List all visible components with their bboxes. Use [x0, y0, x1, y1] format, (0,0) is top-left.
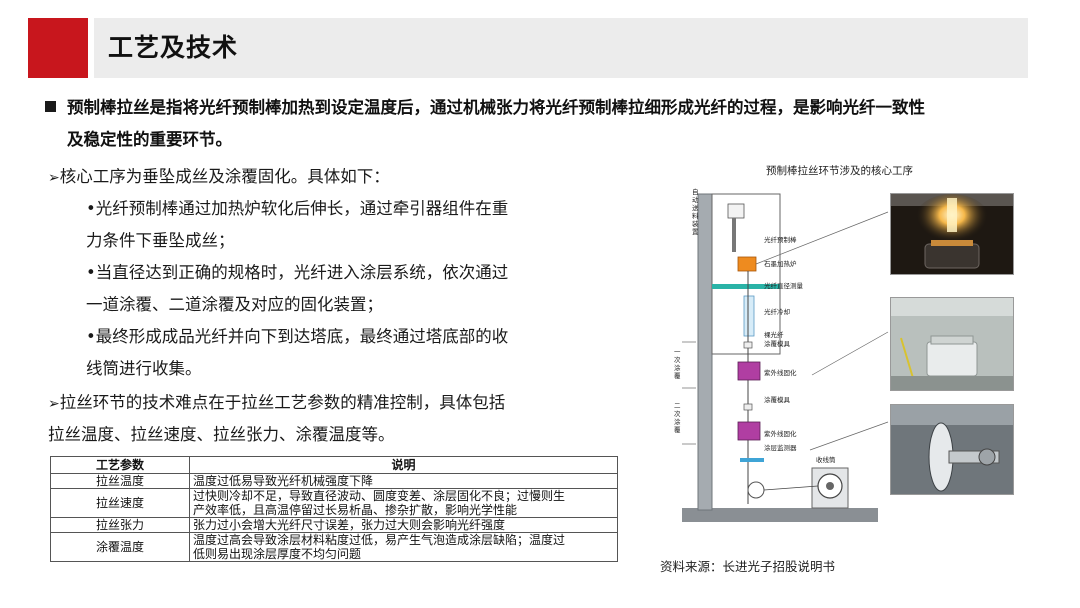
- difficulty-line-2: 拉丝温度、拉丝速度、拉丝张力、涂覆温度等。: [48, 425, 395, 444]
- callout-line-uv: [811, 331, 889, 376]
- side-label-auto-feed-3: 送: [692, 203, 699, 212]
- spool-hub: [826, 482, 834, 490]
- preform-rod: [732, 218, 736, 252]
- side-label-auto-feed-4: 料: [692, 211, 699, 220]
- callout-line-monitor: [809, 421, 889, 451]
- furnace-glow-image: [891, 194, 1013, 274]
- table-row: 拉丝温度 温度过低易导致光纤机械强度下降: [50, 473, 618, 489]
- coating-die-image: [891, 298, 1013, 390]
- side-label-coat2-1: 二: [674, 402, 681, 410]
- source-note: 资料来源：长进光子招股说明书: [660, 559, 836, 574]
- desc-line: 温度过高会导致涂层材料粘度过低，易产生气泡造成涂层缺陷；温度过: [193, 533, 566, 547]
- core-item-2-line-2: 一道涂覆、二道涂覆及对应的固化装置；: [86, 295, 383, 314]
- side-label-auto-feed-6: 置: [692, 228, 699, 236]
- label-furnace: 石墨加热炉: [764, 259, 797, 268]
- bullet-square-icon: [45, 101, 56, 112]
- table-cell-desc: 温度过高会导致涂层材料粘度过低，易产生气泡造成涂层缺陷；温度过 低则易出现涂层厚度…: [189, 532, 618, 562]
- desc-line: 低则易出现涂层厚度不均匀问题: [193, 547, 362, 561]
- label-spool: 收线筒: [816, 455, 836, 464]
- label-cooling: 光纤冷却: [764, 307, 790, 316]
- table-header-param: 工艺参数: [50, 456, 190, 474]
- arrow-bullet-icon: ➢: [48, 170, 60, 186]
- coating-monitor-bar: [740, 458, 764, 462]
- side-label-coat1-4: 覆: [674, 372, 681, 380]
- table-cell-param: 拉丝温度: [50, 473, 190, 489]
- table-row: 拉丝张力 张力过小会增大光纤尺寸误差，张力过大则会影响光纤强度: [50, 517, 618, 533]
- table-row: 涂覆温度 温度过高会导致涂层材料粘度过低，易产生气泡造成涂层缺陷；温度过 低则易出…: [50, 532, 618, 562]
- side-label-coat2-2: 次: [674, 409, 681, 418]
- core-item-3-line-2: 线筒进行收集。: [86, 359, 202, 378]
- table-cell-param: 拉丝速度: [50, 488, 190, 518]
- spool-photo: [890, 404, 1014, 495]
- uv-curing-2: [737, 421, 761, 441]
- intro-line-2: 及稳定性的重要环节。: [67, 130, 232, 149]
- core-heading: ➢核心工序为垂坠成丝及涂覆固化。具体如下：: [48, 167, 390, 186]
- table-cell-desc: 温度过低易导致光纤机械强度下降: [189, 473, 618, 489]
- core-item-1-line-1: •光纤预制棒通过加热炉软化后伸长，通过牵引器组件在重: [86, 199, 509, 218]
- difficulty-line-1: ➢拉丝环节的技术难点在于拉丝工艺参数的精准控制，具体包括: [48, 393, 506, 412]
- table-header-row: 工艺参数 说明: [50, 456, 618, 474]
- spool-image: [891, 405, 1013, 494]
- side-label-coat2-4: 覆: [674, 426, 681, 434]
- label-uv-curing-2: 紫外线固化: [764, 429, 797, 438]
- core-item-3-line-1: •最终形成成品光纤并向下到达塔底，最终通过塔底部的收: [86, 327, 509, 346]
- arrow-bullet-icon: ➢: [48, 396, 60, 412]
- table-row: 拉丝速度 过快则冷却不足，导致直径波动、圆度变差、涂层固化不良；过慢则生 产效率低…: [50, 488, 618, 518]
- label-coating-die-2: 涂覆模具: [764, 395, 791, 404]
- label-diameter: 光纤直径测量: [764, 281, 804, 290]
- label-preform: 光纤预制棒: [764, 235, 797, 244]
- label-bare-fiber: 裸光纤: [764, 330, 784, 339]
- core-item-1-line-2: 力条件下垂坠成丝；: [86, 231, 235, 250]
- side-label-auto-feed-5: 装: [692, 219, 699, 228]
- side-label-coat1-3: 涂: [674, 363, 681, 372]
- coating-die-photo: [890, 297, 1014, 391]
- desc-line: 产效率低，且高温停留过长易析晶、掺杂扩散，影响光学性能: [193, 503, 518, 517]
- label-coating-die-1: 涂覆模具: [764, 339, 791, 348]
- coating-die-2: [743, 403, 753, 411]
- tower-column: [697, 193, 713, 511]
- table-cell-desc: 过快则冷却不足，导致直径波动、圆度变差、涂层固化不良；过慢则生 产效率低，且高温停…: [189, 488, 618, 518]
- table-cell-desc: 张力过小会增大光纤尺寸误差，张力过大则会影响光纤强度: [189, 517, 618, 533]
- side-label-coat2-3: 涂: [674, 417, 681, 426]
- cooling-tube: [743, 295, 755, 337]
- label-uv-curing-1: 紫外线固化: [764, 368, 797, 377]
- side-label-auto-feed-2: 动: [692, 196, 699, 204]
- furnace-photo: [890, 193, 1014, 275]
- diagram-title: 预制棒拉丝环节涉及的核心工序: [766, 165, 913, 177]
- feeder-block: [727, 203, 745, 219]
- coating-die-1: [743, 341, 753, 349]
- furnace-block: [737, 256, 757, 272]
- table-cell-param: 涂覆温度: [50, 532, 190, 562]
- desc-line: 过快则冷却不足，导致直径波动、圆度变差、涂层固化不良；过慢则生: [193, 489, 566, 503]
- fiber-to-spool: [763, 485, 819, 491]
- core-item-2-line-1: •当直径达到正确的规格时，光纤进入涂层系统，依次通过: [86, 263, 509, 282]
- process-parameter-table: 工艺参数 说明 拉丝温度 温度过低易导致光纤机械强度下降 拉丝速度 过快则冷却不…: [50, 456, 618, 562]
- fiber-drawing-tower-diagram: 自 动 送 料 装 置 一 次 涂 覆 二 次 涂 覆 光纤预制棒 石墨加热炉 …: [674, 187, 889, 522]
- side-label-coat1-2: 次: [674, 355, 681, 364]
- table-header-desc: 说明: [189, 456, 618, 474]
- intro-line-1: 预制棒拉丝是指将光纤预制棒加热到设定温度后，通过机械张力将光纤预制棒拉细形成光纤…: [67, 98, 925, 117]
- label-coating-monitor: 涂层监测器: [764, 443, 797, 452]
- pulley-wheel: [747, 481, 765, 499]
- uv-curing-1: [737, 361, 761, 381]
- page-title: 工艺及技术: [108, 33, 239, 62]
- side-label-auto-feed-1: 自: [692, 187, 699, 196]
- title-accent-block: [28, 18, 88, 78]
- side-label-coat1-1: 一: [674, 348, 681, 356]
- table-cell-param: 拉丝张力: [50, 517, 190, 533]
